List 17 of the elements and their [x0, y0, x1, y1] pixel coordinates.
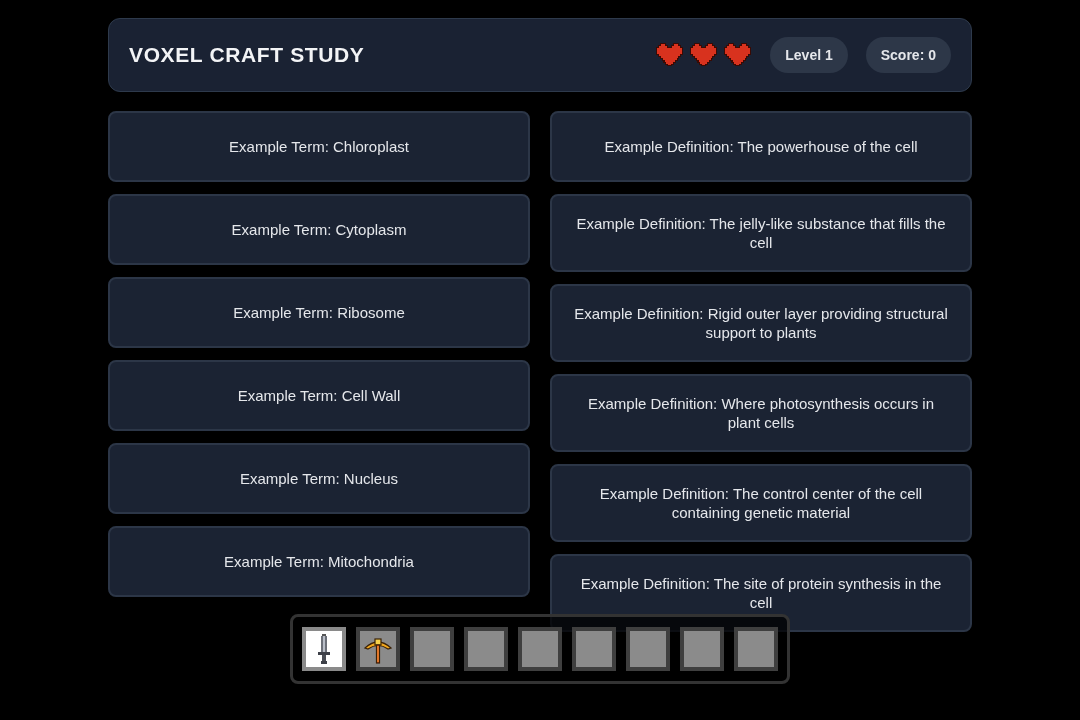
level-badge: Level 1 — [770, 37, 848, 73]
definition-card[interactable]: Example Definition: Where photosynthesis occurs in plant cells — [550, 374, 972, 452]
term-card[interactable]: Example Term: Chloroplast — [108, 111, 530, 182]
definition-card[interactable]: Example Definition: Rigid outer layer providing structural support to plants — [550, 284, 972, 362]
definition-card[interactable]: Example Definition: The powerhouse of the cell — [550, 111, 972, 182]
definition-card[interactable]: Example Definition: The jelly-like substance that fills the cell — [550, 194, 972, 272]
hotbar-slot[interactable] — [356, 627, 400, 671]
term-card[interactable]: Example Term: Cytoplasm — [108, 194, 530, 265]
app-title: VOXEL CRAFT STUDY — [129, 42, 365, 69]
hotbar-slot[interactable] — [302, 627, 346, 671]
term-card[interactable]: Example Term: Nucleus — [108, 443, 530, 514]
term-card[interactable]: Example Term: Ribosome — [108, 277, 530, 348]
term-card[interactable]: Example Term: Cell Wall — [108, 360, 530, 431]
term-card[interactable]: Example Term: Mitochondria — [108, 526, 530, 597]
sword-icon — [318, 634, 330, 664]
score-badge: Score: 0 — [865, 37, 951, 73]
definition-card[interactable]: Example Definition: The control center of the cell containing genetic material — [550, 464, 972, 542]
